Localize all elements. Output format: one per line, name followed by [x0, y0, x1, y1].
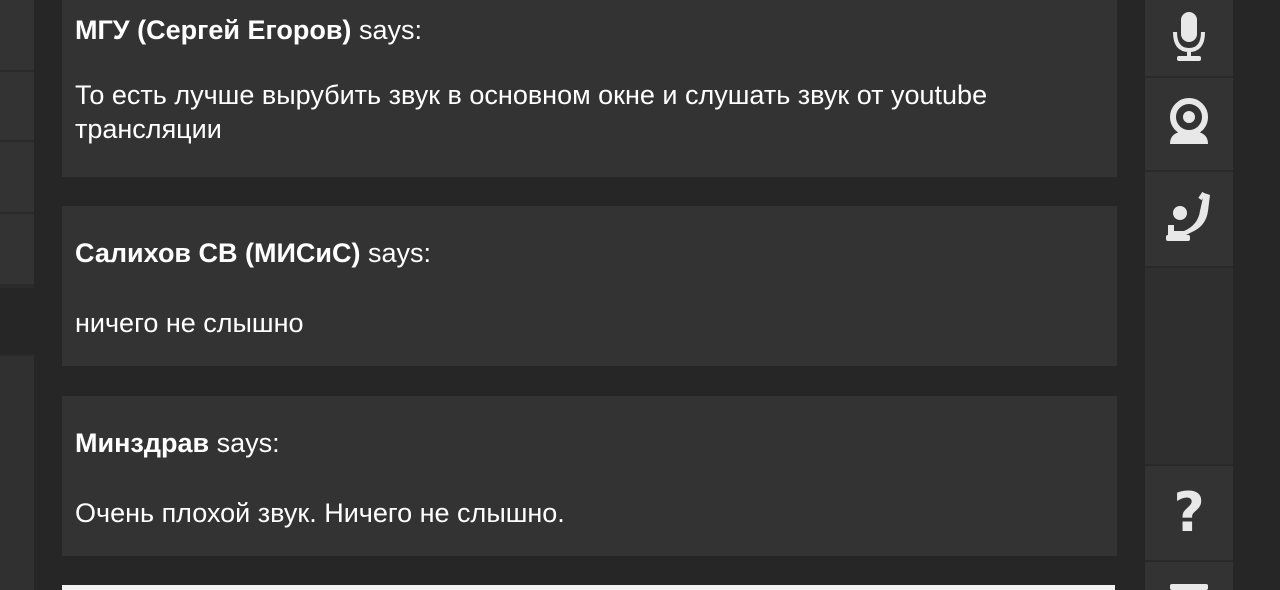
left-panel-item[interactable] [0, 356, 34, 590]
raise-hand-icon [1164, 191, 1214, 248]
toolbar-spacer [1145, 268, 1233, 466]
left-panel-gap [0, 288, 34, 355]
chat-input-field[interactable] [62, 585, 1115, 590]
message-text: Очень плохой звук. Ничего не слышно. [75, 498, 565, 528]
message-says-label: says: [216, 428, 280, 458]
menu-icon [1170, 584, 1208, 590]
menu-button[interactable] [1145, 562, 1233, 590]
message-author: Минздрав [75, 428, 210, 458]
left-panel-item[interactable] [0, 142, 34, 213]
chat-message: Салихов СВ (МИСиС) says: ничего не слышн… [62, 206, 1117, 366]
chat-message: Минздрав says: Очень плохой звук. Ничего… [62, 396, 1117, 556]
microphone-button[interactable] [1145, 0, 1233, 78]
webcam-button[interactable] [1145, 78, 1233, 172]
microphone-icon [1171, 10, 1207, 67]
left-panel-item[interactable] [0, 0, 34, 71]
message-header: Салихов СВ (МИСиС) says: [75, 236, 431, 270]
message-author: МГУ (Сергей Егоров) [75, 15, 352, 45]
message-says-label: says: [358, 15, 422, 45]
chat-message-list[interactable]: МГУ (Сергей Егоров) says: То есть лучше … [62, 0, 1118, 590]
right-toolbar: ? [1145, 0, 1233, 590]
message-header: Минздрав says: [75, 426, 280, 460]
conference-chat-window: МГУ (Сергей Егоров) says: То есть лучше … [0, 0, 1280, 590]
help-icon: ? [1173, 481, 1205, 544]
help-button[interactable]: ? [1145, 466, 1233, 562]
right-edge-panel [1233, 0, 1280, 590]
chat-message: МГУ (Сергей Егоров) says: То есть лучше … [62, 0, 1117, 177]
left-panel-item[interactable] [0, 72, 34, 141]
webcam-icon [1166, 97, 1212, 151]
message-says-label: says: [368, 238, 432, 268]
left-panel-item[interactable] [0, 214, 34, 285]
message-header: МГУ (Сергей Егоров) says: [75, 13, 422, 47]
message-text: ничего не слышно [75, 308, 304, 338]
message-author: Салихов СВ (МИСиС) [75, 238, 361, 268]
message-text: То есть лучше вырубить звук в основном о… [75, 80, 988, 144]
raise-hand-button[interactable] [1145, 172, 1233, 268]
left-panel-edge [0, 0, 34, 590]
